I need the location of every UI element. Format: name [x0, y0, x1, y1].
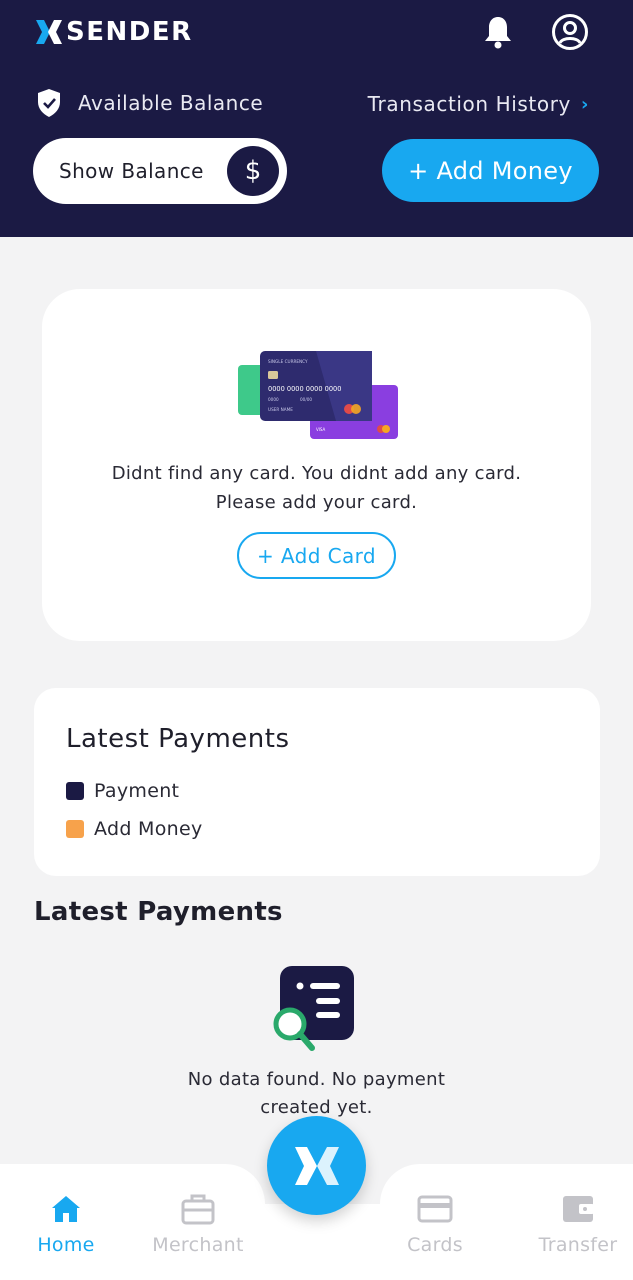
legend-item-add-money: Add Money [66, 818, 203, 840]
logo-mark-icon [36, 20, 62, 44]
card-number: 0000 0000 0000 0000 [268, 385, 341, 393]
nav-label-transfer: Transfer [538, 1234, 618, 1256]
card-caption: SINGLE CURRENCY [268, 359, 308, 364]
nav-item-transfer[interactable]: Transfer [523, 1192, 633, 1256]
nav-item-home[interactable]: Home [11, 1192, 121, 1256]
add-card-button[interactable]: + Add Card [237, 532, 396, 579]
latest-payments-heading: Latest Payments [34, 897, 283, 927]
no-card-message-line1: Didnt find any card. You didnt add any c… [111, 463, 522, 484]
chart-title: Latest Payments [66, 724, 290, 754]
no-payment-message-line1: No data found. No payment [187, 1069, 446, 1090]
search-document-icon [273, 966, 354, 1051]
app-logo: SENDER [34, 16, 193, 48]
profile-icon[interactable] [551, 13, 589, 51]
available-balance-label: Available Balance [78, 91, 264, 115]
shield-check-icon [38, 89, 60, 117]
transaction-history-label: Transaction History [367, 92, 571, 116]
add-money-button[interactable]: + Add Money [382, 139, 599, 202]
card-icon [417, 1195, 453, 1223]
dollar-icon: $ [227, 146, 279, 196]
logo-mark-icon [294, 1146, 339, 1185]
card-holder-name: USER NAME [268, 407, 293, 412]
nav-item-cards[interactable]: Cards [380, 1192, 490, 1256]
card-expiry: 00/00 [300, 397, 312, 402]
credit-cards-illustration: VISA SINGLE CURRENCY 0000 0000 0000 0000… [238, 351, 398, 439]
nav-label-merchant: Merchant [152, 1234, 244, 1256]
transaction-history-link[interactable]: Transaction History › [368, 92, 589, 116]
show-balance-toggle[interactable]: Show Balance $ [33, 138, 287, 204]
card-small-number: 0000 [268, 397, 279, 402]
nav-mid-panel [250, 1204, 390, 1280]
cards-panel: VISA SINGLE CURRENCY 0000 0000 0000 0000… [42, 289, 591, 641]
legend-item-payment: Payment [66, 780, 179, 802]
app-name: SENDER [66, 17, 193, 47]
header: SENDER Available Balance Transaction His… [0, 0, 633, 237]
chevron-right-icon: › [580, 93, 589, 115]
latest-payments-chart-card: Latest Payments Payment Add Money [34, 688, 600, 876]
no-payment-message: No data found. No payment created yet. [160, 1066, 473, 1122]
center-action-button[interactable] [267, 1116, 366, 1215]
nav-label-cards: Cards [407, 1234, 463, 1256]
card-back-caption: VISA [316, 427, 326, 432]
nav-item-merchant[interactable]: Merchant [143, 1192, 253, 1256]
no-card-message: Didnt find any card. You didnt add any c… [42, 459, 591, 517]
wallet-icon [563, 1196, 594, 1222]
legend-label-payment: Payment [94, 780, 180, 802]
no-card-message-line2: Please add your card. [215, 492, 418, 513]
available-balance: Available Balance [36, 88, 263, 118]
home-icon [52, 1196, 80, 1222]
legend-swatch-payment [66, 782, 84, 800]
briefcase-icon [181, 1194, 215, 1225]
nav-label-home: Home [37, 1234, 95, 1256]
show-balance-label: Show Balance [59, 159, 204, 183]
legend-swatch-add-money [66, 820, 84, 838]
legend-label-add-money: Add Money [94, 818, 203, 840]
notification-bell-icon[interactable] [482, 14, 514, 50]
